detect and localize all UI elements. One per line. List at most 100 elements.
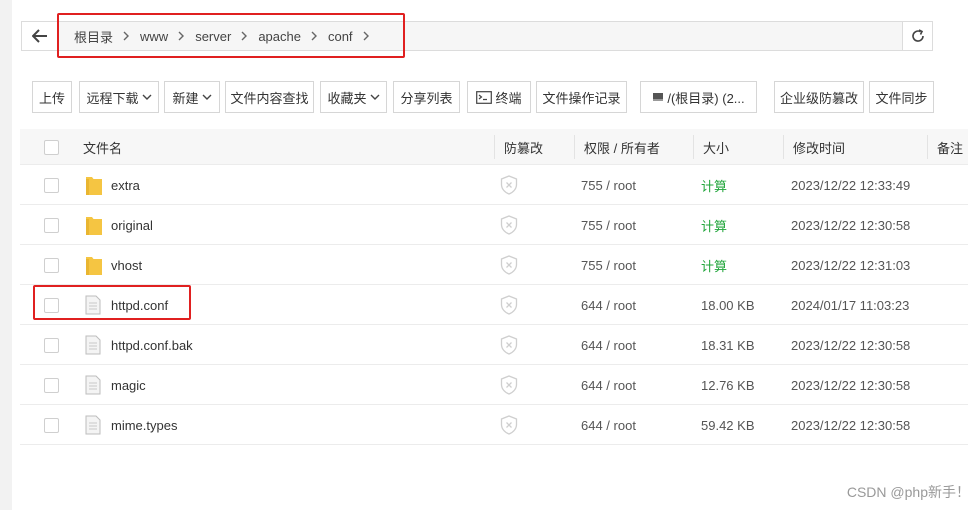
chevron-right-icon <box>311 31 318 41</box>
operation-log-button[interactable]: 文件操作记录 <box>536 81 627 113</box>
file-name[interactable]: magic <box>111 365 146 405</box>
row-checkbox[interactable] <box>44 337 59 353</box>
header-modified[interactable]: 修改时间 <box>783 129 845 165</box>
folder-icon <box>85 245 103 285</box>
tamper-protect-button[interactable]: 企业级防篡改 <box>774 81 864 113</box>
row-checkbox-cell <box>44 165 59 205</box>
header-tamper: 防篡改 <box>494 129 543 165</box>
row-checkbox[interactable] <box>44 177 59 193</box>
folder-icon <box>85 205 103 245</box>
row-checkbox[interactable] <box>44 297 59 313</box>
file-name[interactable]: original <box>111 205 153 245</box>
row-checkbox-cell <box>44 205 59 245</box>
table-row[interactable]: httpd.conf 644 / root 18.00 KB 2024/01/17 1… <box>20 285 968 325</box>
file-size[interactable]: 计算 <box>701 165 727 205</box>
operation-log-label: 文件操作记录 <box>542 90 621 106</box>
shield-x-icon[interactable] <box>500 325 518 365</box>
breadcrumb-www[interactable]: www <box>136 29 172 44</box>
remote-download-label: 远程下载 <box>86 90 139 106</box>
file-name[interactable]: vhost <box>111 245 142 285</box>
file-permission[interactable]: 644 / root <box>581 405 636 445</box>
file-permission[interactable]: 644 / root <box>581 365 636 405</box>
file-modified: 2024/01/17 11:03:23 <box>791 297 910 313</box>
terminal-icon <box>476 90 493 104</box>
tamper-protect-label: 企业级防篡改 <box>779 90 858 106</box>
file-permission[interactable]: 755 / root <box>581 165 636 205</box>
back-button[interactable] <box>22 22 58 50</box>
file-modified: 2023/12/22 12:31:03 <box>791 257 911 273</box>
row-checkbox-cell <box>44 285 59 325</box>
breadcrumb-apache[interactable]: apache <box>254 29 305 44</box>
disk-button[interactable]: /(根目录) (2... <box>640 81 757 113</box>
file-permission[interactable]: 644 / root <box>581 325 636 365</box>
file-size[interactable]: 计算 <box>701 205 727 245</box>
toolbar: 上传 远程下载 新建 文件内容查找 收藏夹 分享列表 终端 文件操作记录 /(根… <box>20 81 965 113</box>
table-row[interactable]: mime.types 644 / root 59.42 KB 2023/12/22 1… <box>20 405 968 445</box>
shield-x-icon[interactable] <box>500 245 518 285</box>
file-modified: 2023/12/22 12:30:58 <box>791 377 911 393</box>
file-permission[interactable]: 755 / root <box>581 245 636 285</box>
breadcrumb: 根目录 www server apache conf <box>58 22 902 50</box>
new-label: 新建 <box>172 90 199 106</box>
chevron-right-icon <box>178 31 185 41</box>
breadcrumb-root[interactable]: 根目录 <box>70 27 117 46</box>
file-icon <box>85 365 101 405</box>
upload-button[interactable]: 上传 <box>32 81 72 113</box>
chevron-down-icon <box>370 94 379 100</box>
table-row[interactable]: vhost 755 / root 计算 2023/12/22 12:31:03 <box>20 245 968 285</box>
file-name[interactable]: extra <box>111 165 140 205</box>
breadcrumb-server[interactable]: server <box>191 29 235 44</box>
header-permission[interactable]: 权限 / 所有者 <box>574 129 660 165</box>
shield-x-icon[interactable] <box>500 405 518 445</box>
file-sync-label: 文件同步 <box>875 90 928 106</box>
row-checkbox-cell <box>44 245 59 285</box>
chevron-right-icon <box>363 31 370 41</box>
chevron-right-icon <box>241 31 248 41</box>
header-note: 备注 <box>927 129 963 165</box>
file-permission[interactable]: 644 / root <box>581 285 636 325</box>
row-checkbox-cell <box>44 405 59 445</box>
terminal-button[interactable]: 终端 <box>467 81 531 113</box>
file-modified: 2023/12/22 12:30:58 <box>791 217 911 233</box>
row-checkbox[interactable] <box>44 217 59 233</box>
content-search-label: 文件内容查找 <box>230 90 309 106</box>
table-row[interactable]: extra 755 / root 计算 2023/12/22 12:33:49 <box>20 165 968 205</box>
file-icon <box>85 325 101 365</box>
shield-x-icon[interactable] <box>500 205 518 245</box>
terminal-label: 终端 <box>495 90 522 106</box>
file-name[interactable]: httpd.conf.bak <box>111 325 193 365</box>
favorites-button[interactable]: 收藏夹 <box>320 81 387 113</box>
chevron-down-icon <box>142 94 151 100</box>
shield-x-icon[interactable] <box>500 165 518 205</box>
row-checkbox[interactable] <box>44 377 59 393</box>
disk-icon <box>653 93 664 101</box>
header-size[interactable]: 大小 <box>693 129 729 165</box>
row-checkbox[interactable] <box>44 417 59 433</box>
row-checkbox[interactable] <box>44 257 59 273</box>
share-list-button[interactable]: 分享列表 <box>393 81 460 113</box>
favorites-label: 收藏夹 <box>327 90 367 106</box>
refresh-button[interactable] <box>902 22 932 50</box>
chevron-down-icon <box>202 94 211 100</box>
file-sync-button[interactable]: 文件同步 <box>869 81 934 113</box>
table-row[interactable]: original 755 / root 计算 2023/12/22 12:30:58 <box>20 205 968 245</box>
table-row[interactable]: magic 644 / root 12.76 KB 2023/12/22 12:30:… <box>20 365 968 405</box>
file-name[interactable]: httpd.conf <box>111 285 168 325</box>
file-size: 12.76 KB <box>701 377 755 393</box>
share-list-label: 分享列表 <box>400 90 453 106</box>
file-name[interactable]: mime.types <box>111 405 177 445</box>
row-checkbox-cell <box>44 365 59 405</box>
table-row[interactable]: httpd.conf.bak 644 / root 18.31 KB 2023/12/… <box>20 325 968 365</box>
file-permission[interactable]: 755 / root <box>581 205 636 245</box>
new-button[interactable]: 新建 <box>164 81 220 113</box>
select-all-checkbox[interactable] <box>44 139 59 155</box>
address-bar: 根目录 www server apache conf <box>21 21 933 51</box>
shield-x-icon[interactable] <box>500 365 518 405</box>
remote-download-button[interactable]: 远程下载 <box>79 81 159 113</box>
arrow-left-icon <box>31 29 47 43</box>
header-name[interactable]: 文件名 <box>83 129 122 165</box>
shield-x-icon[interactable] <box>500 285 518 325</box>
content-search-button[interactable]: 文件内容查找 <box>225 81 314 113</box>
file-size[interactable]: 计算 <box>701 245 727 285</box>
breadcrumb-conf[interactable]: conf <box>324 29 357 44</box>
